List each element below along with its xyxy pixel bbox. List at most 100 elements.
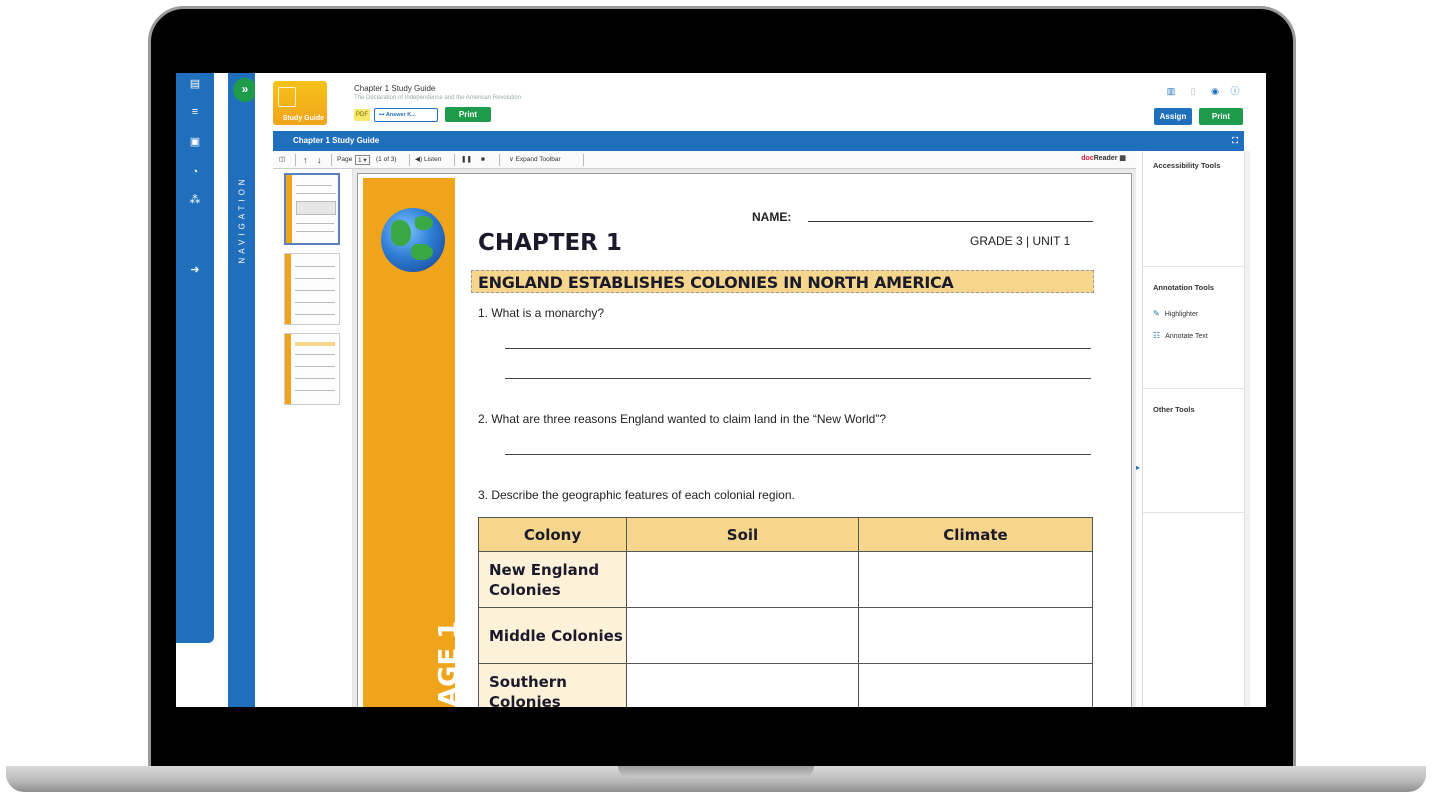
- laptop-base: [6, 766, 1426, 792]
- panel-collapse-icon[interactable]: ▸: [1136, 463, 1140, 472]
- book-icon[interactable]: ▤: [188, 77, 202, 91]
- sidebar-toggle-icon[interactable]: ◫: [279, 154, 285, 166]
- thumb-line: [296, 231, 334, 232]
- table-cell[interactable]: [858, 607, 1093, 664]
- question-3: 3. Describe the geographic features of e…: [478, 488, 795, 502]
- page-label: Page: [337, 156, 353, 163]
- answer-line[interactable]: [505, 454, 1091, 455]
- tools-panel: Accessibility Tools Annotation Tools ✎ Hi…: [1142, 151, 1245, 707]
- accessibility-tools-section: Accessibility Tools: [1143, 151, 1245, 267]
- page-select-value: 1: [358, 157, 362, 164]
- pdf-badge[interactable]: PDF: [354, 109, 370, 121]
- thumb-line: [296, 193, 336, 194]
- document-title: Chapter 1 Study Guide: [293, 136, 380, 145]
- thumb-line: [295, 354, 335, 355]
- document-viewer[interactable]: AGE 1 NAME: CHAPTER 1 GRADE 3 | UNIT 1 E…: [353, 169, 1136, 707]
- prev-page-icon[interactable]: ↑: [303, 154, 308, 166]
- fullscreen-icon[interactable]: ⛶: [1232, 131, 1238, 151]
- info-icon[interactable]: ⓘ: [1230, 86, 1240, 96]
- image-icon[interactable]: ▣: [188, 135, 202, 149]
- thumbnail-page-3[interactable]: [284, 333, 340, 405]
- laptop-frame: ▤ ≡ ▣ ◔ ⁂ ➜ » NAVIGATION Study Guide Cha…: [0, 0, 1432, 802]
- thumb-line: [295, 366, 335, 367]
- other-tools-heading: Other Tools: [1153, 405, 1195, 414]
- brand-reader: Reader: [1093, 155, 1118, 162]
- page-count: (1 of 3): [376, 156, 397, 163]
- table-row: Southern Colonies: [478, 663, 1093, 707]
- listen-button[interactable]: ◀) Listen: [415, 154, 441, 166]
- thumbnail-page-1[interactable]: [284, 173, 340, 245]
- docreader-settings-icon[interactable]: ▦: [1119, 155, 1126, 162]
- continent-shape: [411, 244, 433, 260]
- continent-shape: [415, 216, 433, 230]
- eye-icon[interactable]: ◉: [1210, 86, 1220, 96]
- highlighter-tool[interactable]: ✎ Highlighter: [1153, 309, 1198, 318]
- page-title: Chapter 1 Study Guide: [354, 84, 436, 93]
- speaker-icon: ◀): [415, 156, 424, 163]
- assign-button[interactable]: Assign: [1154, 108, 1192, 125]
- table-cell[interactable]: [626, 551, 859, 608]
- answer-line[interactable]: [505, 348, 1091, 349]
- thumb-line: [296, 223, 334, 224]
- next-page-icon[interactable]: ↓: [317, 154, 322, 166]
- highlighter-label: Highlighter: [1164, 311, 1199, 318]
- toolbar-divider: [295, 154, 296, 166]
- expand-toolbar-button[interactable]: ∨ Expand Toolbar: [509, 154, 561, 166]
- table-header-row: Colony Soil Climate: [478, 517, 1093, 552]
- app-screen: ▤ ≡ ▣ ◔ ⁂ ➜ » NAVIGATION Study Guide Cha…: [176, 73, 1266, 707]
- pause-icon[interactable]: ❚❚: [461, 154, 472, 166]
- annotation-tools-section: Annotation Tools ✎ Highlighter ☷ Annotate …: [1143, 267, 1245, 389]
- stop-icon[interactable]: ■: [481, 154, 485, 166]
- brand-doc: doc: [1081, 155, 1094, 162]
- print-button[interactable]: Print: [445, 107, 491, 122]
- pencil-icon: ✎: [1153, 309, 1160, 318]
- key-icon: ⊶: [379, 112, 386, 118]
- continent-shape: [391, 220, 411, 246]
- row-header-new-england: New England Colonies: [478, 551, 627, 608]
- print-right-button[interactable]: Print: [1199, 108, 1243, 125]
- answer-key-button[interactable]: ⊶ Answer K...: [374, 108, 438, 122]
- logo-text: Study Guide: [282, 115, 324, 122]
- toolbar-divider: [331, 154, 332, 166]
- annotate-text-label: Annotate Text: [1165, 333, 1208, 340]
- clock-icon[interactable]: ◔: [188, 165, 202, 179]
- section-banner: ENGLAND ESTABLISHES COLONIES IN NORTH AM…: [471, 270, 1094, 293]
- question-1: 1. What is a monarchy?: [478, 306, 605, 320]
- column-header-colony: Colony: [478, 517, 627, 552]
- annotate-text-tool[interactable]: ☷ Annotate Text: [1153, 331, 1208, 340]
- page-subtitle: The Declaration of Independence and the …: [354, 95, 522, 101]
- users-icon[interactable]: ⁂: [188, 193, 202, 207]
- table-cell[interactable]: [626, 663, 859, 707]
- thumb-line: [295, 302, 335, 303]
- table-cell[interactable]: [858, 663, 1093, 707]
- thumbnail-page-2[interactable]: [284, 253, 340, 325]
- chapter-heading: CHAPTER 1: [478, 230, 622, 256]
- nav-expand-toggle[interactable]: »: [233, 78, 257, 102]
- navigation-label: NAVIGATION: [237, 175, 247, 264]
- logout-icon[interactable]: ➜: [188, 263, 202, 277]
- column-header-climate: Climate: [858, 517, 1093, 552]
- reader-icon[interactable]: ▥: [1166, 86, 1176, 96]
- globe-icon: [381, 208, 445, 272]
- table-cell[interactable]: [626, 607, 859, 664]
- question-2: 2. What are three reasons England wanted…: [478, 412, 886, 426]
- name-line[interactable]: [808, 221, 1093, 222]
- reader-toolbar: ◫ ↑ ↓ Page 1 ▾ (1 of 3) ◀) Listen ❚❚ ■ ∨…: [273, 151, 1136, 169]
- document-icon: [278, 87, 296, 107]
- list-icon[interactable]: ≡: [188, 105, 202, 119]
- vertical-scrollbar[interactable]: [1244, 151, 1250, 707]
- thumb-line: [295, 314, 335, 315]
- thumb-banner: [295, 342, 335, 346]
- row-header-middle: Middle Colonies: [478, 607, 627, 664]
- annotation-tools-heading: Annotation Tools: [1153, 283, 1215, 292]
- page-select[interactable]: 1 ▾: [355, 155, 370, 165]
- document-page: AGE 1 NAME: CHAPTER 1 GRADE 3 | UNIT 1 E…: [357, 173, 1132, 707]
- clip-icon[interactable]: ▯: [1188, 86, 1198, 96]
- grade-unit-label: GRADE 3 | UNIT 1: [970, 234, 1071, 248]
- thumb-line: [295, 290, 335, 291]
- study-guide-logo: Study Guide: [273, 81, 327, 125]
- thumb-line: [295, 266, 335, 267]
- answer-line[interactable]: [505, 378, 1091, 379]
- answer-key-label: Answer K...: [385, 112, 416, 118]
- table-cell[interactable]: [858, 551, 1093, 608]
